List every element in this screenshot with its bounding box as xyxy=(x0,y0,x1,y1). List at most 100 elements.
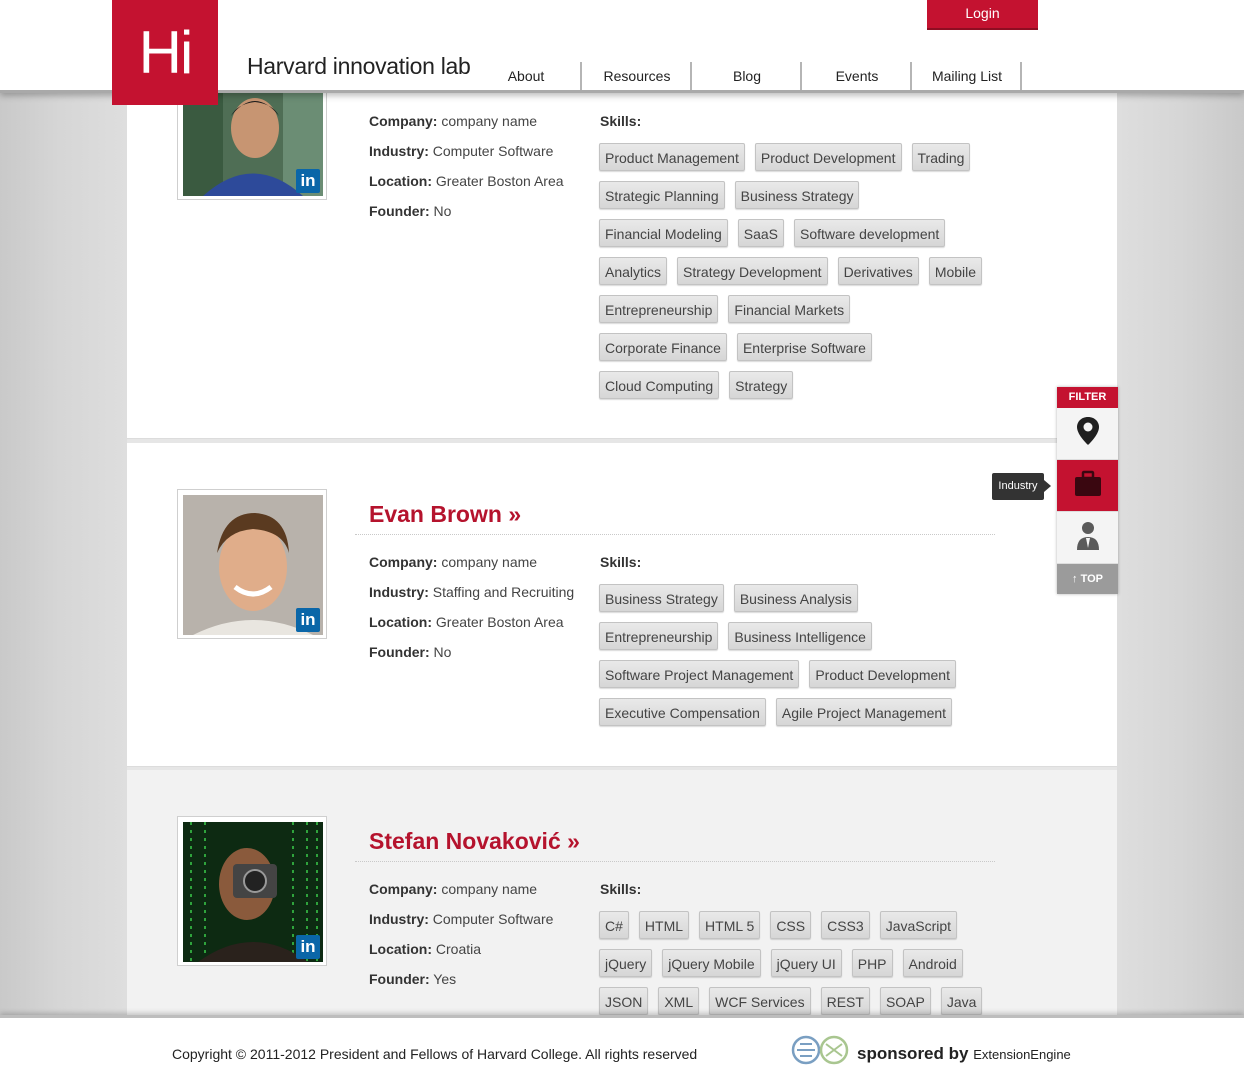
skill-tag[interactable]: jQuery UI xyxy=(770,949,842,977)
skill-tag[interactable]: REST xyxy=(820,987,870,1015)
skill-tag[interactable]: PHP xyxy=(851,949,893,977)
skill-tag[interactable]: C# xyxy=(599,911,629,939)
skill-row: Software Project Management Product Devel… xyxy=(599,660,966,690)
copyright-text: Copyright © 2011-2012 President and Fell… xyxy=(172,1046,698,1062)
skill-tag[interactable]: Financial Modeling xyxy=(599,219,728,247)
skill-row: Entrepreneurship Financial Markets xyxy=(599,295,860,325)
skill-tag[interactable]: Software Project Management xyxy=(599,660,800,688)
company-row: Company: company name xyxy=(369,881,538,897)
linkedin-icon[interactable]: in xyxy=(296,935,320,959)
skill-row: Cloud Computing Strategy xyxy=(599,371,803,401)
name-divider xyxy=(355,861,995,862)
linkedin-icon[interactable]: in xyxy=(296,608,320,632)
skill-tag[interactable]: CSS3 xyxy=(821,911,870,939)
location-row: Location: Croatia xyxy=(369,941,482,957)
double-chevron-right-icon: » xyxy=(567,828,580,854)
skills-label: Skills: xyxy=(600,881,642,897)
skill-row: Analytics Strategy Development Derivatives… xyxy=(599,257,992,287)
nav-resources[interactable]: Resources xyxy=(582,60,692,90)
login-button[interactable]: Login xyxy=(927,0,1038,30)
filter-tooltip: Industry xyxy=(992,473,1044,500)
site-logo[interactable]: Hi xyxy=(112,0,218,105)
skill-tag[interactable]: HTML xyxy=(638,911,690,939)
site-logo-text[interactable]: Harvard innovation lab xyxy=(247,53,471,80)
skill-tag[interactable]: CSS xyxy=(770,911,812,939)
filter-industry-button[interactable] xyxy=(1057,460,1118,512)
skill-row: Corporate Finance Enterprise Software xyxy=(599,333,882,363)
profile-list: in Company: company name Industry: Compu… xyxy=(127,90,1117,1015)
founder-row: Founder: No xyxy=(369,203,452,219)
skill-tag[interactable]: Financial Markets xyxy=(728,295,851,323)
skill-tag[interactable]: Entrepreneurship xyxy=(599,622,719,650)
skill-tag[interactable]: Strategic Planning xyxy=(599,181,725,209)
skill-row: Product Management Product Development Tra… xyxy=(599,143,980,173)
skill-tag[interactable]: XML xyxy=(658,987,700,1015)
skill-row: C# HTML HTML 5 CSS CSS3 JavaScript xyxy=(599,911,967,941)
extensionengine-logo-icon[interactable] xyxy=(788,1032,853,1068)
industry-row: Industry: Staffing and Recruiting xyxy=(369,584,575,600)
profile-photo[interactable]: in xyxy=(183,495,323,635)
skill-tag[interactable]: Product Development xyxy=(809,660,956,688)
filter-location-button[interactable] xyxy=(1057,408,1118,460)
industry-row: Industry: Computer Software xyxy=(369,143,554,159)
skill-tag[interactable]: Android xyxy=(902,949,963,977)
site-footer: Copyright © 2011-2012 President and Fell… xyxy=(0,1015,1244,1078)
skill-tag[interactable]: Agile Project Management xyxy=(775,698,953,726)
filter-person-button[interactable] xyxy=(1057,512,1118,564)
nav-blog[interactable]: Blog xyxy=(692,60,802,90)
skill-tag[interactable]: HTML 5 xyxy=(699,911,761,939)
skill-tag[interactable]: Software development xyxy=(793,219,946,247)
skill-tag[interactable]: Cloud Computing xyxy=(599,371,720,399)
founder-row: Founder: No xyxy=(369,644,452,660)
briefcase-icon xyxy=(1075,470,1101,496)
skill-tag[interactable]: Executive Compensation xyxy=(599,698,766,726)
nav-mailing-list[interactable]: Mailing List xyxy=(912,60,1022,90)
scroll-top-button[interactable]: ↑ TOP xyxy=(1057,564,1118,594)
nav-divider xyxy=(1020,62,1022,90)
company-row: Company: company name xyxy=(369,554,538,570)
double-chevron-right-icon: » xyxy=(508,501,522,527)
skill-tag[interactable]: Business Intelligence xyxy=(728,622,872,650)
nav-events[interactable]: Events xyxy=(802,60,912,90)
skill-row: Strategic Planning Business Strategy xyxy=(599,181,869,211)
skill-tag[interactable]: Product Management xyxy=(599,143,745,171)
skill-tag[interactable]: JavaScript xyxy=(879,911,958,939)
skill-tag[interactable]: Business Strategy xyxy=(734,181,860,209)
profile-card: in Stefan Novaković » Company: company n… xyxy=(127,770,1117,1015)
profile-name-link[interactable]: Evan Brown » xyxy=(369,501,521,528)
profile-photo-frame: in xyxy=(177,489,327,639)
skill-tag[interactable]: Enterprise Software xyxy=(736,333,872,361)
skill-tag[interactable]: Mobile xyxy=(928,257,983,285)
sponsor-credit[interactable]: sponsored by ExtensionEngine xyxy=(857,1044,1071,1064)
linkedin-icon[interactable]: in xyxy=(296,169,320,193)
nav-about[interactable]: About xyxy=(470,60,582,90)
skills-label: Skills: xyxy=(600,554,642,570)
skill-tag[interactable]: Java xyxy=(940,987,983,1015)
skill-tag[interactable]: Product Development xyxy=(754,143,902,171)
skill-row: JSON XML WCF Services REST SOAP Java xyxy=(599,987,992,1015)
skill-tag[interactable]: Business Analysis xyxy=(733,584,858,612)
skill-tag[interactable]: SaaS xyxy=(737,219,784,247)
skill-tag[interactable]: WCF Services xyxy=(709,987,811,1015)
skill-tag[interactable]: Trading xyxy=(911,143,971,171)
skill-tag[interactable]: Corporate Finance xyxy=(599,333,727,361)
skill-tag[interactable]: JSON xyxy=(599,987,649,1015)
skill-tag[interactable]: Analytics xyxy=(599,257,668,285)
skill-row: jQuery jQuery Mobile jQuery UI PHP Android xyxy=(599,949,973,979)
skill-tag[interactable]: Business Strategy xyxy=(599,584,724,612)
skill-tag[interactable]: Strategy Development xyxy=(677,257,828,285)
profile-photo[interactable]: in xyxy=(183,90,323,196)
profile-photo-frame: in xyxy=(177,90,327,200)
profile-photo-frame: in xyxy=(177,816,327,966)
skill-row: Entrepreneurship Business Intelligence xyxy=(599,622,882,652)
location-row: Location: Greater Boston Area xyxy=(369,173,564,189)
skill-tag[interactable]: Entrepreneurship xyxy=(599,295,719,323)
skill-tag[interactable]: jQuery Mobile xyxy=(662,949,761,977)
industry-row: Industry: Computer Software xyxy=(369,911,554,927)
skill-tag[interactable]: jQuery xyxy=(599,949,653,977)
skill-tag[interactable]: SOAP xyxy=(879,987,931,1015)
skill-tag[interactable]: Derivatives xyxy=(837,257,919,285)
profile-photo[interactable]: in xyxy=(183,822,323,962)
skill-tag[interactable]: Strategy xyxy=(729,371,794,399)
profile-name-link[interactable]: Stefan Novaković » xyxy=(369,828,580,855)
